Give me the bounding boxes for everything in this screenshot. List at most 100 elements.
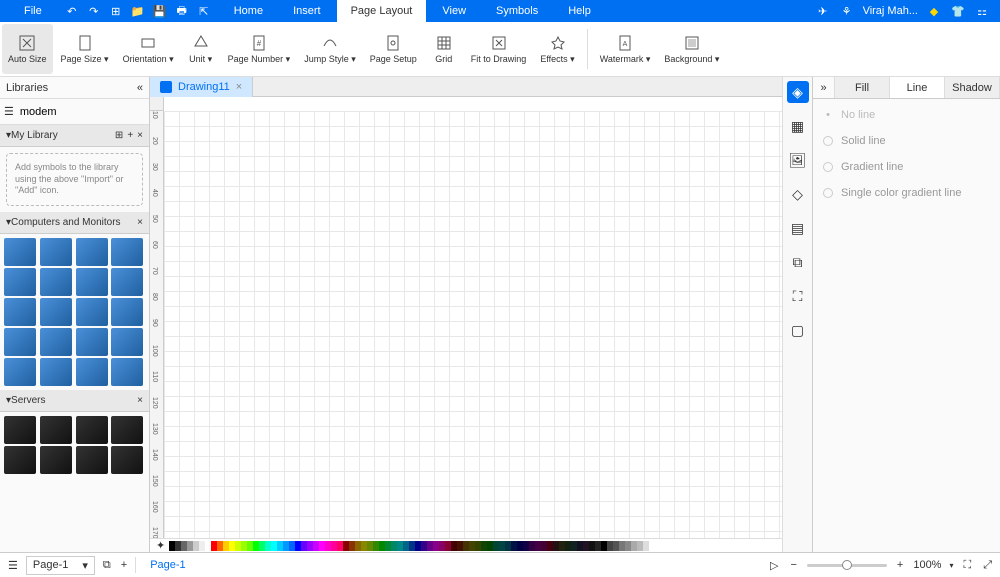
redo-icon[interactable]: ↷ — [86, 3, 102, 19]
library-symbol[interactable] — [40, 238, 72, 266]
option-gradient-line[interactable]: Gradient line — [823, 161, 990, 173]
library-symbol[interactable] — [111, 298, 143, 326]
menu-help[interactable]: Help — [554, 0, 605, 22]
shirt-icon[interactable]: 👕 — [950, 3, 966, 19]
open-icon[interactable]: 📁 — [130, 3, 146, 19]
page-tab[interactable]: Page-1 — [142, 559, 193, 571]
library-symbol[interactable] — [40, 416, 72, 444]
library-symbol[interactable] — [76, 298, 108, 326]
add-page-icon[interactable]: + — [119, 559, 129, 571]
presentation-icon[interactable]: ▷ — [768, 559, 780, 572]
ribbon-page-number[interactable]: #Page Number ▾ — [222, 24, 297, 74]
library-symbol[interactable] — [40, 328, 72, 356]
ribbon-jump-style[interactable]: Jump Style ▾ — [298, 24, 362, 74]
library-symbol[interactable] — [76, 358, 108, 386]
library-symbol[interactable] — [4, 446, 36, 474]
library-symbol[interactable] — [4, 268, 36, 296]
ribbon-grid[interactable]: Grid — [425, 24, 463, 74]
ribbon-unit[interactable]: Unit ▾ — [182, 24, 220, 74]
section-servers[interactable]: ▾ Servers × — [0, 390, 149, 412]
library-symbol[interactable] — [111, 268, 143, 296]
fullscreen-icon[interactable]: ⤢ — [981, 559, 994, 572]
tag-icon[interactable]: ◇ — [787, 183, 809, 205]
option-no-line[interactable]: •No line — [823, 109, 990, 121]
import-icon[interactable]: ⊞ — [115, 130, 123, 141]
image-icon[interactable]: 🖼 — [787, 149, 809, 171]
close-section-icon[interactable]: × — [137, 395, 143, 406]
option-single-color-gradient[interactable]: Single color gradient line — [823, 187, 990, 199]
save-icon[interactable]: 💾 — [152, 3, 168, 19]
add-icon[interactable]: + — [127, 130, 133, 141]
ribbon-orientation[interactable]: Orientation ▾ — [117, 24, 180, 74]
undo-icon[interactable]: ↶ — [64, 3, 80, 19]
library-symbol[interactable] — [40, 298, 72, 326]
zoom-in-icon[interactable]: + — [895, 559, 905, 571]
present-icon[interactable]: ▢ — [787, 319, 809, 341]
print-icon[interactable]: 🖶 — [174, 3, 190, 19]
page-selector[interactable]: Page-1▾ — [26, 556, 95, 575]
ribbon-fit-to-drawing[interactable]: Fit to Drawing — [465, 24, 533, 74]
close-section-icon[interactable]: × — [137, 130, 143, 141]
new-icon[interactable]: ⊞ — [108, 3, 124, 19]
tab-fill[interactable]: Fill — [835, 77, 890, 98]
zoom-level[interactable]: 100% — [913, 559, 941, 571]
user-name[interactable]: Viraj Mah... — [863, 5, 918, 17]
ribbon-page-size[interactable]: Page Size ▾ — [55, 24, 115, 74]
tab-shadow[interactable]: Shadow — [945, 77, 1000, 98]
library-symbol[interactable] — [4, 328, 36, 356]
export-icon[interactable]: ⇱ — [196, 3, 212, 19]
duplicate-page-icon[interactable]: ⧉ — [101, 559, 113, 572]
color-swatch[interactable] — [643, 541, 649, 551]
library-symbol[interactable] — [76, 328, 108, 356]
expand-panel-icon[interactable]: » — [813, 77, 835, 98]
layers-icon[interactable]: ⧉ — [787, 251, 809, 273]
theme-icon[interactable]: ◈ — [787, 81, 809, 103]
tab-line[interactable]: Line — [890, 77, 945, 98]
library-symbol[interactable] — [76, 268, 108, 296]
eyedropper-icon[interactable]: ✦ — [156, 539, 165, 552]
menu-page-layout[interactable]: Page Layout — [337, 0, 427, 22]
outline-icon[interactable]: ☰ — [6, 559, 20, 572]
share-icon[interactable]: ⚘ — [839, 3, 855, 19]
collapse-libraries-icon[interactable]: « — [137, 82, 143, 94]
library-symbol[interactable] — [4, 238, 36, 266]
drawing-canvas[interactable] — [164, 111, 782, 538]
library-symbol[interactable] — [40, 358, 72, 386]
ribbon-page-setup[interactable]: Page Setup — [364, 24, 423, 74]
zoom-out-icon[interactable]: − — [788, 559, 798, 571]
document-tab[interactable]: Drawing11 × — [150, 77, 253, 97]
library-symbol[interactable] — [111, 328, 143, 356]
menu-file[interactable]: File — [10, 0, 56, 22]
diamond-icon[interactable]: ◆ — [926, 3, 942, 19]
library-symbol[interactable] — [4, 416, 36, 444]
ribbon-effects[interactable]: Effects ▾ — [534, 24, 580, 74]
library-symbol[interactable] — [111, 358, 143, 386]
library-symbol[interactable] — [111, 416, 143, 444]
library-symbol[interactable] — [40, 446, 72, 474]
ribbon-background[interactable]: Background ▾ — [658, 24, 725, 74]
option-solid-line[interactable]: Solid line — [823, 135, 990, 147]
library-symbol[interactable] — [76, 446, 108, 474]
close-tab-icon[interactable]: × — [236, 81, 242, 93]
library-symbol[interactable] — [111, 238, 143, 266]
zoom-slider[interactable] — [807, 564, 887, 567]
library-symbol[interactable] — [111, 446, 143, 474]
fit-page-icon[interactable]: ⛶ — [961, 559, 973, 572]
section-computers[interactable]: ▾ Computers and Monitors × — [0, 212, 149, 234]
page-icon[interactable]: ▤ — [787, 217, 809, 239]
library-symbol[interactable] — [4, 358, 36, 386]
ribbon-auto-size[interactable]: Auto Size — [2, 24, 53, 74]
focus-icon[interactable]: ⛶ — [787, 285, 809, 307]
layout-icon[interactable]: ▦ — [787, 115, 809, 137]
menu-symbols[interactable]: Symbols — [482, 0, 552, 22]
menu-view[interactable]: View — [428, 0, 480, 22]
ruler-vertical[interactable]: 1020304050607080901001101201301401501601… — [150, 111, 164, 538]
close-section-icon[interactable]: × — [137, 217, 143, 228]
library-symbol[interactable] — [76, 238, 108, 266]
apps-icon[interactable]: ⚏ — [974, 3, 990, 19]
section-my-library[interactable]: ▾ My Library ⊞+× — [0, 125, 149, 147]
send-icon[interactable]: ✈ — [815, 3, 831, 19]
menu-home[interactable]: Home — [220, 0, 277, 22]
menu-insert[interactable]: Insert — [279, 0, 335, 22]
library-symbol[interactable] — [4, 298, 36, 326]
